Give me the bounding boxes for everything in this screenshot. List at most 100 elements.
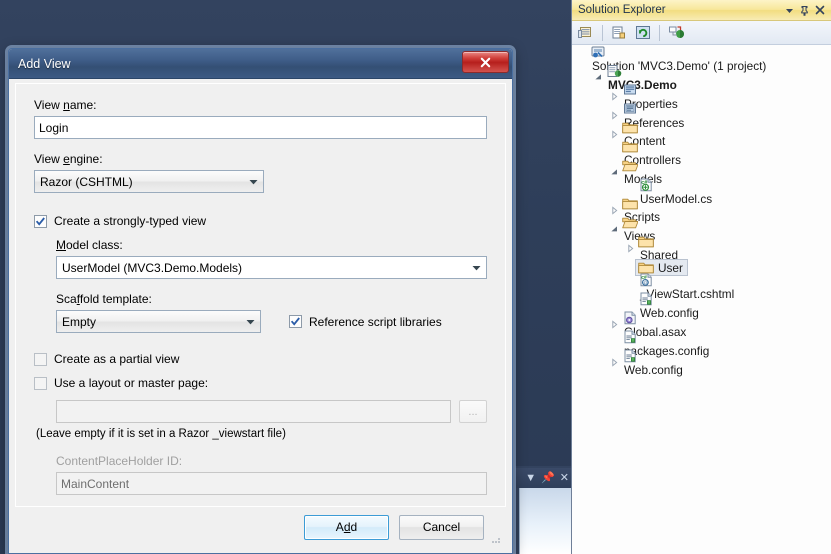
scaffold-template-dropdown[interactable]: Empty xyxy=(56,310,261,333)
view-name-group: View name: xyxy=(34,98,487,139)
use-layout-checkbox-row[interactable]: Use a layout or master page: xyxy=(34,376,487,390)
toolbar-separator xyxy=(602,24,603,41)
content-placeholder-input[interactable] xyxy=(56,472,487,495)
references-icon xyxy=(621,102,639,116)
expand-arrow-icon[interactable] xyxy=(624,244,637,253)
tree-item-shared[interactable]: Shared xyxy=(572,236,831,262)
reference-scripts-checkbox-row[interactable]: Reference script libraries xyxy=(289,315,442,329)
chevron-down-icon xyxy=(467,257,486,278)
solution-icon xyxy=(589,45,607,59)
dialog-title: Add View xyxy=(18,56,71,71)
view-engine-label: View engine: xyxy=(34,152,103,166)
view-engine-dropdown[interactable]: Razor (CSHTML) xyxy=(34,170,264,193)
expand-arrow-icon[interactable] xyxy=(608,206,621,215)
screen: ▼ 📌 ✕ Solution Explorer Solution 'MVC3.D… xyxy=(0,0,831,554)
expand-arrow-icon[interactable] xyxy=(608,358,621,367)
properties-icon xyxy=(621,83,639,97)
expand-arrow-icon[interactable] xyxy=(608,130,621,139)
reference-scripts-label: Reference script libraries xyxy=(309,314,442,329)
tree-item-content: Shared xyxy=(637,235,678,262)
strongly-typed-checkbox[interactable] xyxy=(34,214,47,228)
tree-item-label: Web.config xyxy=(624,362,683,377)
model-class-group: Model class: UserModel (MVC3.Demo.Models… xyxy=(56,238,487,279)
partial-view-checkbox-row[interactable]: Create as a partial view xyxy=(34,352,487,366)
dialog-body: View name: View engine: Razor (CSHTML) xyxy=(15,83,506,507)
background-tool-window-body xyxy=(519,488,574,554)
tree-item-content: Web.config xyxy=(621,349,683,377)
collapse-arrow-icon[interactable] xyxy=(608,225,621,234)
use-layout-checkbox[interactable] xyxy=(34,376,47,390)
use-layout-label: Use a layout or master page: xyxy=(54,376,209,390)
chevron-down-icon xyxy=(244,171,263,192)
strongly-typed-checkbox-row[interactable]: Create a strongly-typed view xyxy=(34,214,487,228)
refresh-icon[interactable] xyxy=(632,22,654,43)
model-class-dropdown[interactable]: UserModel (MVC3.Demo.Models) xyxy=(56,256,487,279)
pin-icon[interactable]: 📌 xyxy=(541,472,555,484)
show-all-files-icon[interactable] xyxy=(608,22,630,43)
collapse-arrow-icon[interactable] xyxy=(608,168,621,177)
resize-grip[interactable] xyxy=(490,533,502,545)
properties-icon[interactable] xyxy=(575,22,597,43)
layout-hint: (Leave empty if it is set in a Razor _vi… xyxy=(36,428,286,440)
chevron-down-icon[interactable] xyxy=(782,6,797,15)
csharp-icon: c# xyxy=(637,178,655,192)
content-placeholder-group: ContentPlaceHolder ID: xyxy=(56,454,487,495)
solution-explorer-panel: Solution Explorer Solution 'MVC3.Demo' (… xyxy=(571,0,831,554)
close-icon[interactable]: ✕ xyxy=(560,472,569,484)
reference-scripts-checkbox[interactable] xyxy=(289,315,302,328)
expand-arrow-icon[interactable] xyxy=(608,92,621,101)
view-engine-value: Razor (CSHTML) xyxy=(40,174,133,189)
tree-item-usermodel-cs[interactable]: c# UserModel.cs xyxy=(572,178,831,206)
solution-explorer-title: Solution Explorer xyxy=(578,4,666,16)
tree-item-content[interactable]: Content xyxy=(572,122,831,148)
view-class-diagram-icon[interactable] xyxy=(665,22,687,43)
config-icon xyxy=(637,292,655,306)
strongly-typed-label: Create a strongly-typed view xyxy=(54,214,207,228)
dialog-titlebar: Add View xyxy=(9,49,512,79)
svg-text:@: @ xyxy=(643,280,648,285)
browse-button[interactable]: ... xyxy=(459,400,487,423)
expand-arrow-icon[interactable] xyxy=(608,320,621,329)
expand-arrow-icon[interactable] xyxy=(608,111,621,120)
close-button[interactable] xyxy=(462,51,509,73)
folder-icon xyxy=(621,140,639,153)
scaffold-template-label: Scaffold template: xyxy=(56,292,152,306)
view-name-label: View name: xyxy=(34,98,97,112)
folder-open-icon xyxy=(621,216,639,229)
partial-view-checkbox[interactable] xyxy=(34,352,47,366)
model-class-label: Model class: xyxy=(56,238,123,252)
folder-open-icon xyxy=(621,159,639,172)
dialog-footer: Add Cancel xyxy=(15,507,506,547)
content-placeholder-label: ContentPlaceHolder ID: xyxy=(56,454,183,468)
folder-icon xyxy=(621,121,639,134)
scaffold-group: Scaffold template: Empty Reference scrip… xyxy=(56,292,487,333)
layout-path-row: ... xyxy=(56,400,487,423)
project-icon xyxy=(605,64,623,78)
config-icon xyxy=(621,349,639,363)
view-name-input[interactable] xyxy=(34,116,487,139)
tree-item-controllers[interactable]: Controllers xyxy=(572,141,831,167)
asax-icon xyxy=(621,311,639,325)
cancel-button[interactable]: Cancel xyxy=(399,514,484,540)
folder-icon xyxy=(621,197,639,210)
tree-item-references[interactable]: References xyxy=(572,103,831,130)
collapse-arrow-icon[interactable] xyxy=(592,73,605,82)
view-engine-group: View engine: Razor (CSHTML) xyxy=(34,152,487,193)
chevron-down-icon xyxy=(241,311,260,332)
chevron-down-icon[interactable]: ▼ xyxy=(525,472,536,484)
solution-explorer-toolbar xyxy=(572,21,831,45)
tree-item-viewstart-cshtml[interactable]: c# @ _ViewStart.cshtml xyxy=(572,273,831,301)
folder-icon xyxy=(637,235,655,248)
solution-tree: Solution 'MVC3.Demo' (1 project) MVC3.Dem… xyxy=(572,45,831,377)
layout-path-input[interactable] xyxy=(56,400,451,423)
tree-item-packages-config[interactable]: packages.config xyxy=(572,330,831,358)
tree-item-views[interactable]: Views xyxy=(572,217,831,243)
add-view-dialog: Add View View name: View engine: Razor (… xyxy=(8,48,513,554)
add-button[interactable]: Add xyxy=(304,514,389,540)
pin-icon[interactable] xyxy=(797,5,812,16)
config-icon xyxy=(621,330,639,344)
scaffold-template-value: Empty xyxy=(62,314,97,329)
close-icon[interactable] xyxy=(812,5,827,15)
background-tool-window-header: ▼ 📌 ✕ xyxy=(515,468,573,488)
solution-explorer-titlebar: Solution Explorer xyxy=(572,0,831,21)
